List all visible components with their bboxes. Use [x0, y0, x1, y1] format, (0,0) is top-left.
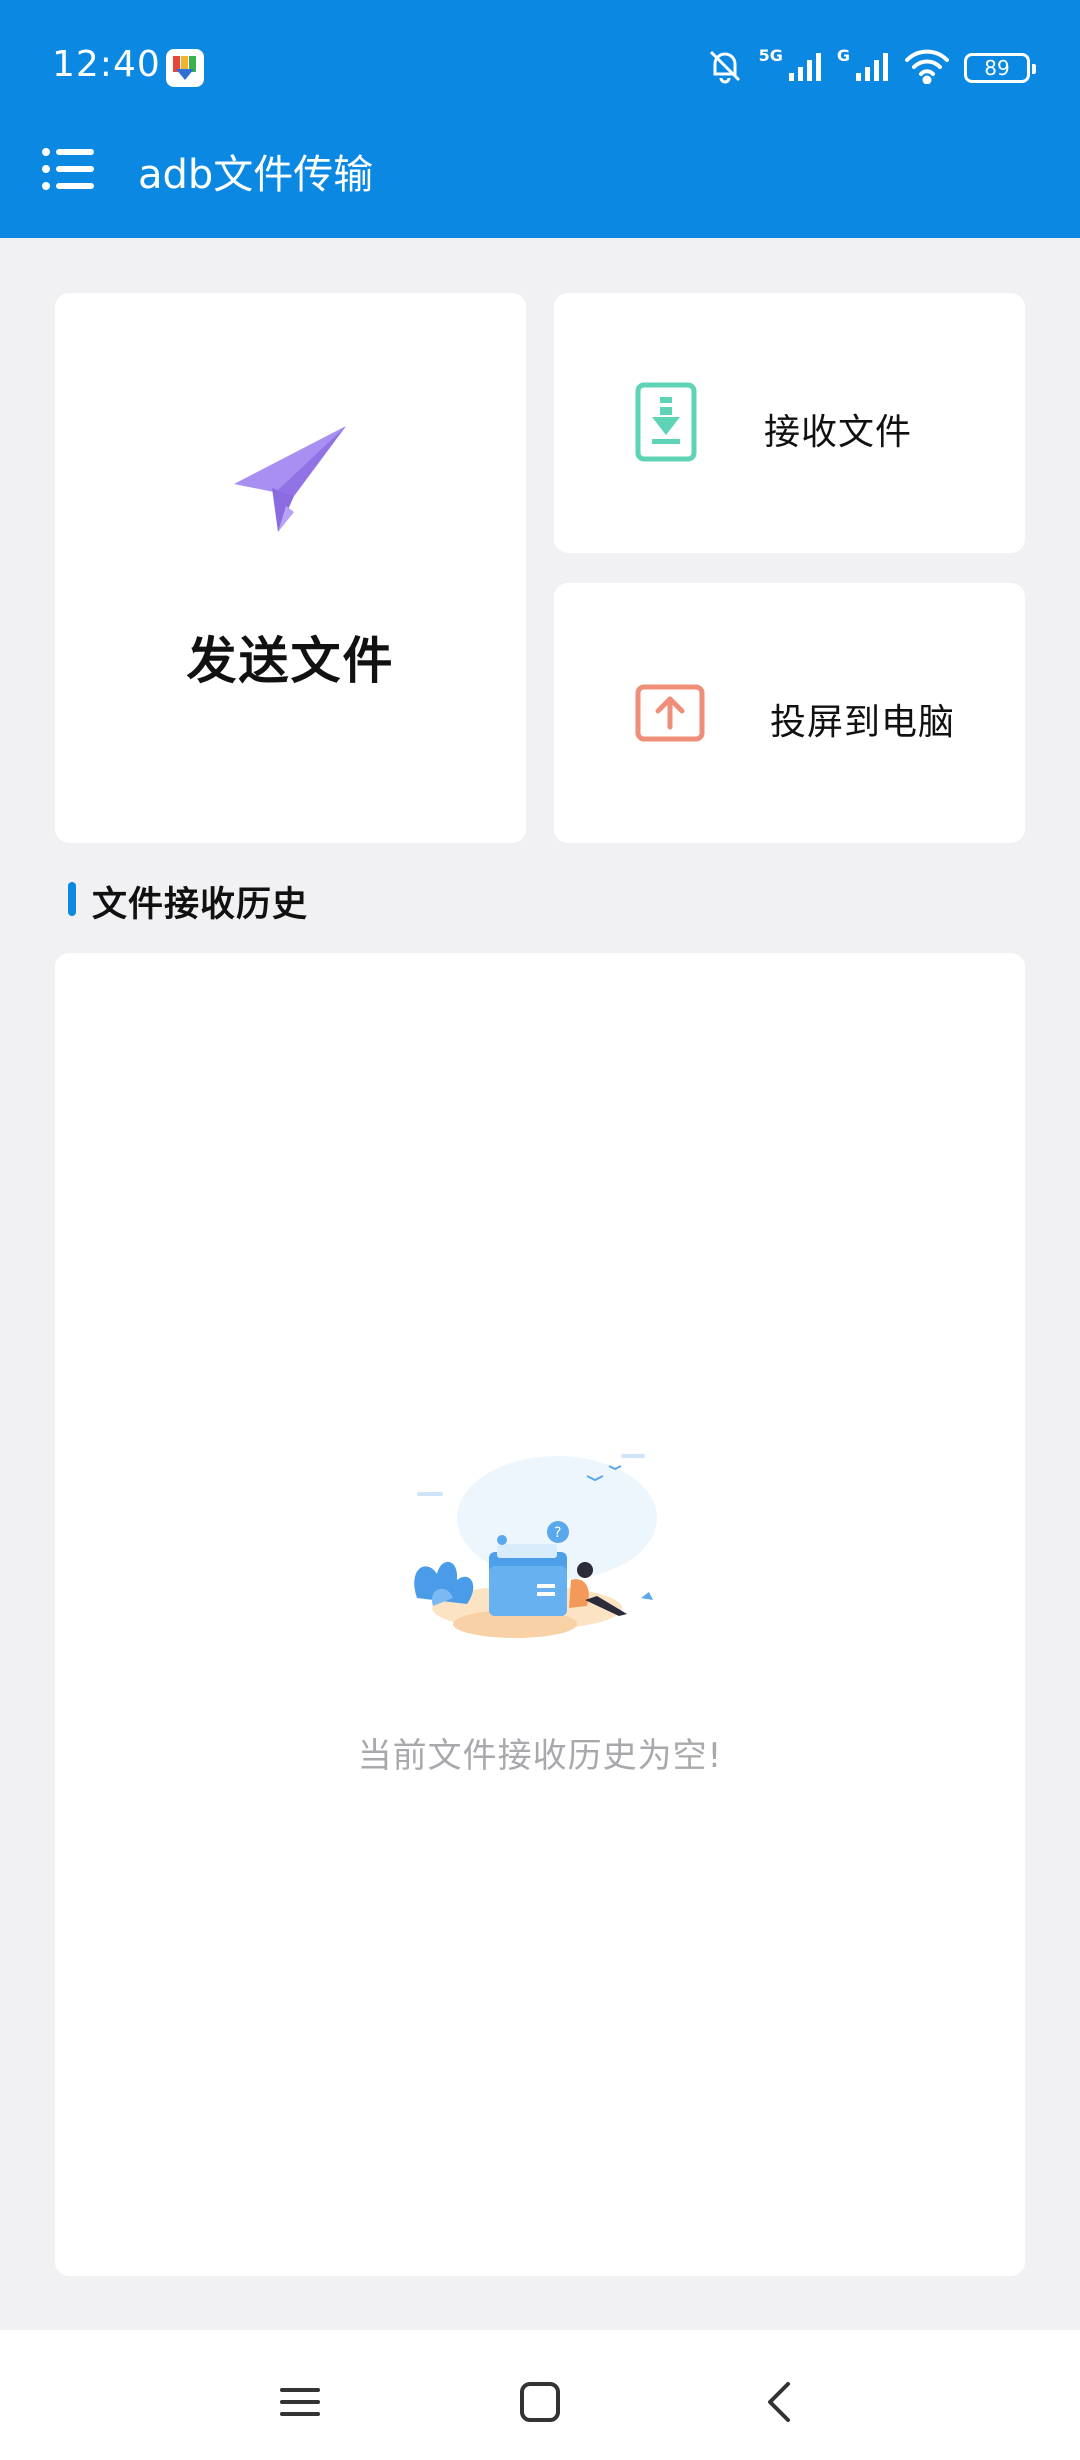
signal-1-label: 5G [758, 46, 783, 65]
notification-app-icon [166, 49, 204, 87]
status-icons: 5G G 89 [705, 46, 1036, 90]
history-list: ? 当前文件接收历史为空! [55, 953, 1025, 2276]
cast-to-computer-label: 投屏到电脑 [770, 702, 956, 743]
signal-g-icon [856, 51, 890, 85]
back-icon[interactable] [750, 2372, 810, 2432]
paper-plane-icon [234, 426, 346, 532]
bell-muted-icon [705, 46, 745, 90]
cast-to-computer-button[interactable]: 投屏到电脑 [554, 583, 1025, 843]
top-app-bar: 12:40 5G G 89 adb文件传输 [0, 0, 1080, 238]
send-file-button[interactable]: 发送文件 [55, 293, 526, 843]
recents-icon[interactable] [270, 2372, 330, 2432]
home-icon[interactable] [510, 2372, 570, 2432]
receive-file-label: 接收文件 [764, 412, 913, 453]
upload-screen-icon [634, 683, 706, 743]
app-title: adb文件传输 [138, 152, 374, 198]
empty-folder-illustration: ? [397, 1448, 687, 1648]
signal-2-label: G [836, 46, 850, 65]
empty-history-text: 当前文件接收历史为空! [357, 1736, 723, 1776]
wifi-icon [904, 48, 950, 88]
system-nav-bar [0, 2330, 1080, 2460]
download-file-icon [634, 381, 704, 465]
status-time: 12:40 [52, 44, 161, 85]
battery-level: 89 [984, 56, 1010, 80]
battery-icon: 89 [964, 53, 1036, 83]
history-section-title: 文件接收历史 [92, 885, 309, 925]
menu-icon[interactable] [42, 148, 94, 190]
svg-text:?: ? [554, 1525, 561, 1541]
send-file-label: 发送文件 [186, 632, 395, 690]
section-accent-bar [68, 882, 76, 916]
signal-5g-icon [788, 51, 823, 85]
receive-file-button[interactable]: 接收文件 [554, 293, 1025, 553]
